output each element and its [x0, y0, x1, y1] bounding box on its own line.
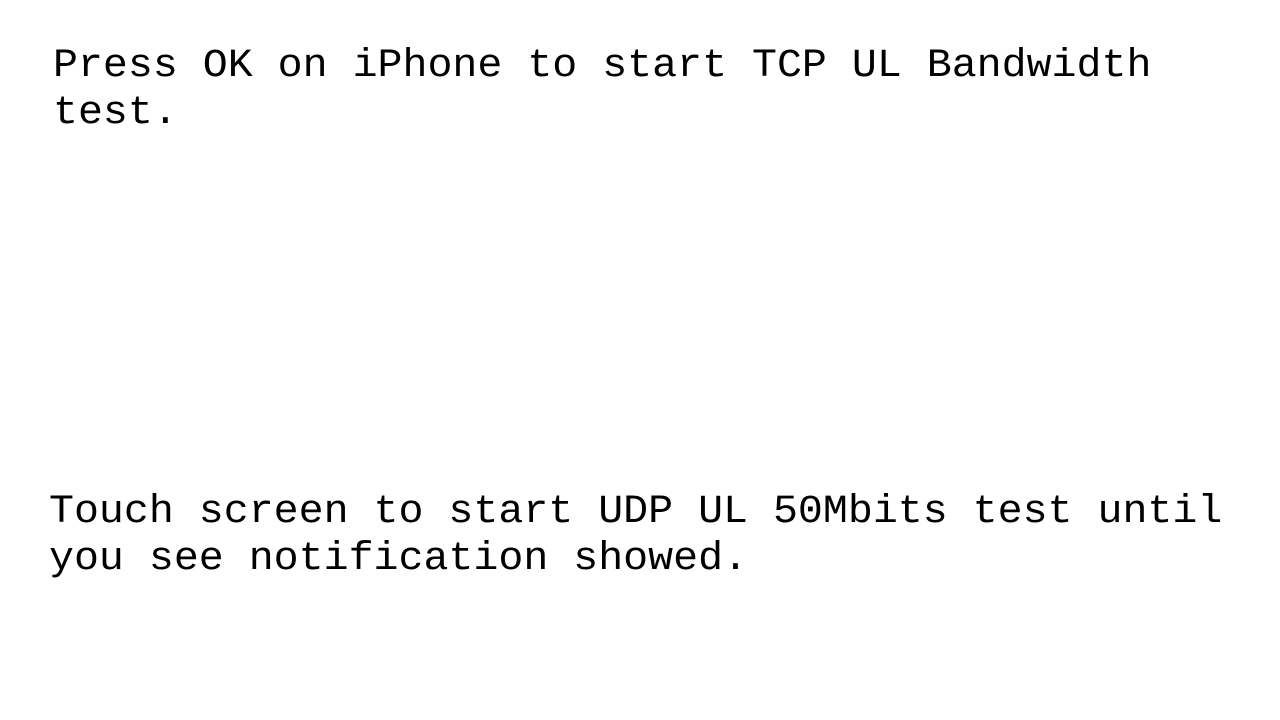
test-screen: Press OK on iPhone to start TCP UL Bandw… — [0, 0, 1280, 720]
udp-test-instruction: Touch screen to start UDP UL 50Mbits tes… — [49, 490, 1223, 582]
tcp-test-instruction: Press OK on iPhone to start TCP UL Bandw… — [53, 44, 1152, 136]
